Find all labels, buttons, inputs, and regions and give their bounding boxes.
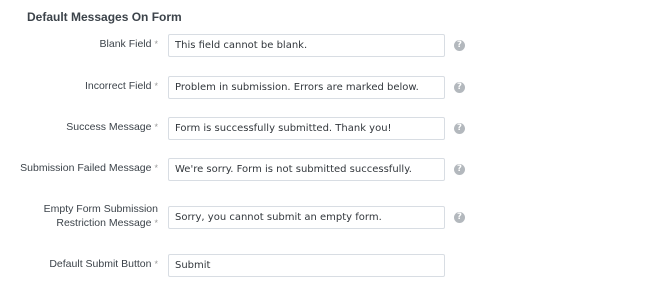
field-label-text: Incorrect Field bbox=[84, 80, 152, 92]
field-label: Success Message * bbox=[66, 120, 158, 134]
blank-field-input[interactable] bbox=[168, 34, 445, 57]
section-title: Default Messages On Form bbox=[27, 10, 182, 24]
required-asterisk: * bbox=[154, 259, 158, 269]
default-submit-button-input[interactable] bbox=[168, 254, 445, 277]
submission-failed-message-input[interactable] bbox=[168, 158, 445, 181]
field-label: Blank Field * bbox=[100, 37, 158, 51]
question-circle-icon[interactable]: ? bbox=[454, 40, 465, 51]
field-label-text: Success Message bbox=[66, 121, 152, 133]
question-circle-icon[interactable]: ? bbox=[454, 164, 465, 175]
required-asterisk: * bbox=[154, 122, 158, 132]
field-label-text-line1: Empty Form Submission bbox=[43, 203, 158, 215]
field-label-text-line2: Restriction Message bbox=[56, 217, 152, 229]
required-asterisk: * bbox=[154, 39, 158, 49]
field-label: Default Submit Button * bbox=[49, 257, 158, 271]
question-circle-icon[interactable]: ? bbox=[454, 212, 465, 223]
required-asterisk: * bbox=[154, 81, 158, 91]
required-asterisk: * bbox=[154, 163, 158, 173]
field-label: Submission Failed Message * bbox=[20, 161, 158, 175]
question-circle-icon[interactable]: ? bbox=[454, 123, 465, 134]
incorrect-field-input[interactable] bbox=[168, 76, 445, 99]
success-message-input[interactable] bbox=[168, 117, 445, 140]
empty-form-submission-input[interactable] bbox=[168, 206, 445, 229]
field-label-text: Default Submit Button bbox=[49, 258, 152, 270]
question-circle-icon[interactable]: ? bbox=[454, 82, 465, 93]
required-asterisk: * bbox=[154, 218, 158, 228]
field-label: Incorrect Field * bbox=[85, 79, 158, 93]
field-label-text: Submission Failed Message bbox=[20, 162, 152, 174]
field-label: Empty Form Submission Restriction Messag… bbox=[44, 202, 158, 230]
field-label-text: Blank Field bbox=[99, 38, 152, 50]
